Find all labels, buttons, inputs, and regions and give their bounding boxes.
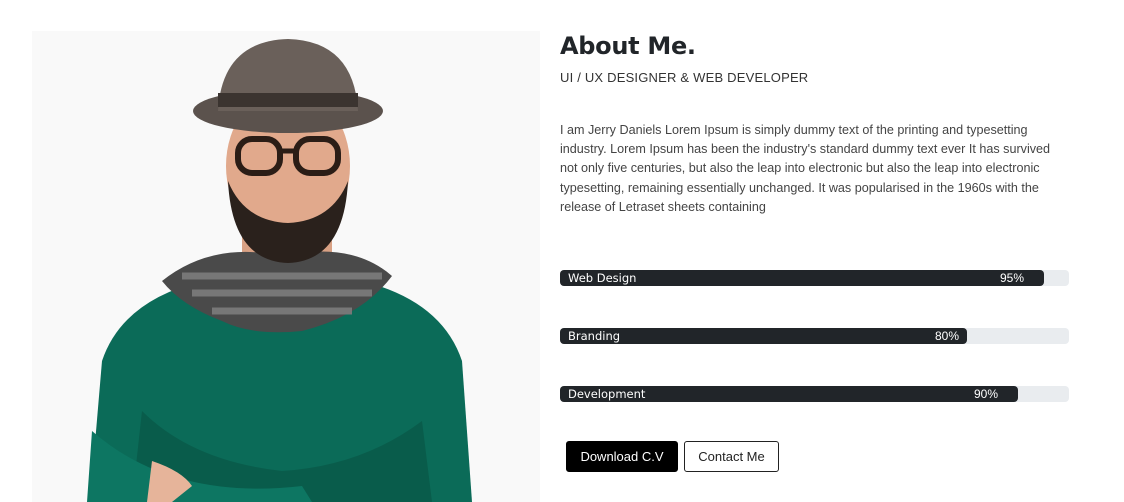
page-title: About Me. xyxy=(560,32,696,60)
skill-percent: 80% xyxy=(934,329,959,343)
skill-bar-branding: Branding 80% xyxy=(560,328,1069,344)
skill-percent: 90% xyxy=(973,387,998,401)
skills-list: Web Design 95% Branding 80% Development … xyxy=(560,270,1069,444)
skill-bar-web-design: Web Design 95% xyxy=(560,270,1069,286)
action-buttons: Download C.V Contact Me xyxy=(566,441,779,472)
about-content: About Me. UI / UX DESIGNER & WEB DEVELOP… xyxy=(560,30,1070,217)
skill-percent: 95% xyxy=(999,271,1024,285)
skill-fill xyxy=(560,328,967,344)
skill-label: Web Design xyxy=(568,271,637,285)
download-cv-button[interactable]: Download C.V xyxy=(566,441,678,472)
about-description: I am Jerry Daniels Lorem Ipsum is simply… xyxy=(560,123,1051,214)
portrait-photo xyxy=(32,31,540,502)
about-section: About Me. UI / UX DESIGNER & WEB DEVELOP… xyxy=(0,0,1124,502)
skill-label: Branding xyxy=(568,329,621,343)
job-subtitle: UI / UX DESIGNER & WEB DEVELOPER xyxy=(560,70,809,85)
contact-me-button[interactable]: Contact Me xyxy=(684,441,779,472)
skill-label: Development xyxy=(568,387,646,401)
skill-bar-development: Development 90% xyxy=(560,386,1069,402)
